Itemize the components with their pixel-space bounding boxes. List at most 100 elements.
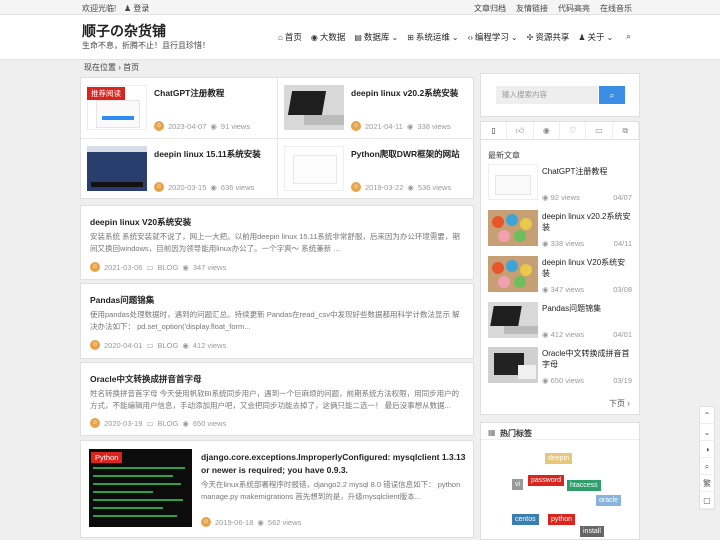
theme-toggle-icon[interactable]: ◑ bbox=[700, 441, 714, 458]
post-title[interactable]: Oracle中文转换成拼音首字母 bbox=[90, 373, 201, 385]
window-icon[interactable]: ▢ bbox=[700, 492, 714, 509]
latest-views: 347 views bbox=[550, 285, 584, 294]
site-title[interactable]: 顺子の杂货铺 bbox=[82, 21, 166, 41]
main-nav: ⌂ 首页 ◉ 大数据 ▤ 数据库 ⌄ ⊞ 系统运维 ⌄ ‹› 编程学习 ⌄ ✣ 资源共享 ♟ 关于 ⌄ bbox=[278, 31, 613, 43]
post-title[interactable]: Pandas问题锦集 bbox=[90, 294, 154, 306]
floating-toolbar: ⌃ ⌄ ◑ ⌕ 繁 ▢ bbox=[699, 406, 715, 510]
latest-thumb-3[interactable] bbox=[488, 256, 538, 292]
latest-thumb-5[interactable] bbox=[488, 347, 538, 383]
featured-thumb-4[interactable] bbox=[284, 146, 344, 191]
nav-item-home[interactable]: ⌂ 首页 bbox=[278, 31, 302, 43]
post-date: 2019-03-22 bbox=[365, 182, 404, 192]
tag-python[interactable]: python bbox=[548, 514, 576, 525]
chevron-down-icon: ⌄ bbox=[606, 32, 614, 42]
nav-item-resources[interactable]: ✣ 资源共享 bbox=[527, 31, 570, 43]
avatar: ☺ bbox=[351, 121, 361, 131]
post-category[interactable]: BLOG bbox=[157, 263, 178, 272]
next-page-label[interactable]: 下页 bbox=[609, 399, 625, 408]
post-meta: ☺ 2020-03-19 ▭ BLOG ◉ 650 views bbox=[90, 418, 226, 428]
latest-title-3[interactable]: deepin linux V20系统安装 bbox=[542, 257, 632, 279]
nav-item-programming[interactable]: ‹› 编程学习 ⌄ bbox=[468, 31, 518, 43]
top-link-code[interactable]: 代码高亮 bbox=[558, 3, 590, 14]
next-page-link[interactable]: 下页 › bbox=[609, 398, 630, 409]
folder-icon: ▭ bbox=[146, 340, 154, 350]
post-views: 562 views bbox=[267, 517, 302, 527]
tag-password[interactable]: password bbox=[528, 475, 564, 486]
post-date: 2020-03-15 bbox=[168, 182, 207, 192]
top-link-friends[interactable]: 友情链接 bbox=[516, 3, 548, 14]
latest-thumb-2[interactable] bbox=[488, 210, 538, 246]
latest-views-2: ◉ 338 views bbox=[542, 239, 584, 248]
comment-icon[interactable]: ▭ bbox=[586, 122, 613, 139]
nav-label: 关于 bbox=[587, 32, 605, 42]
post-card: Python django.core.exceptions.Improperly… bbox=[80, 440, 474, 538]
latest-title-1[interactable]: ChatGPT注册教程 bbox=[542, 166, 632, 177]
chevron-right-icon: › bbox=[627, 399, 630, 408]
top-link-music[interactable]: 在线音乐 bbox=[600, 3, 632, 14]
post-title[interactable]: deepin linux V20系统安装 bbox=[90, 216, 191, 228]
tag-htaccess[interactable]: htaccess bbox=[567, 480, 601, 491]
post-category[interactable]: BLOG bbox=[157, 341, 178, 350]
search-button[interactable]: ⌕ bbox=[599, 86, 625, 104]
featured-thumb-2[interactable] bbox=[284, 85, 344, 130]
post-category[interactable]: BLOG bbox=[157, 419, 178, 428]
avatar: ☺ bbox=[90, 340, 100, 350]
share-icon: ✣ bbox=[526, 32, 534, 42]
latest-thumb-4[interactable] bbox=[488, 302, 538, 338]
latest-thumb-1[interactable] bbox=[488, 164, 538, 200]
copy-icon[interactable]: ⧉ bbox=[613, 122, 639, 139]
featured-title-4[interactable]: Python爬取DWR框架的网站 bbox=[351, 148, 460, 160]
latest-views-3: ◉ 347 views bbox=[542, 285, 584, 294]
latest-views-1: ◉ 92 views bbox=[542, 193, 580, 202]
chevron-down-icon: ⌄ bbox=[391, 32, 399, 42]
search-icon[interactable]: ⌕ bbox=[626, 31, 631, 42]
file-icon[interactable]: ▯ bbox=[481, 122, 508, 139]
latest-date-5: 03/19 bbox=[613, 376, 632, 385]
breadcrumb-home[interactable]: 首页 bbox=[123, 63, 139, 72]
search-icon[interactable]: ⌕ bbox=[700, 458, 714, 475]
latest-title-4[interactable]: Pandas问题锦集 bbox=[542, 303, 632, 314]
featured-meta-1: ☺ 2023-04-07 ◉ 91 views bbox=[154, 121, 250, 131]
scroll-bottom-icon[interactable]: ⌄ bbox=[700, 424, 714, 441]
nav-item-bigdata[interactable]: ◉ 大数据 bbox=[311, 31, 346, 43]
tag-install[interactable]: install bbox=[580, 526, 604, 537]
tag-icon: ▦ bbox=[488, 428, 496, 437]
featured-thumb-3[interactable] bbox=[87, 146, 147, 191]
featured-title-1[interactable]: ChatGPT注册教程 bbox=[154, 87, 224, 99]
tag-oracle[interactable]: oracle bbox=[596, 495, 622, 506]
post-views: 412 views bbox=[192, 340, 227, 350]
nav-item-about[interactable]: ♟ 关于 ⌄ bbox=[578, 31, 613, 43]
scroll-top-icon[interactable]: ⌃ bbox=[700, 407, 714, 424]
avatar: ☺ bbox=[90, 418, 100, 428]
login-label[interactable]: 登录 bbox=[133, 4, 149, 13]
breadcrumb: 现在位置 › 首页 bbox=[84, 63, 140, 72]
login-link[interactable]: ♟ 登录 bbox=[124, 3, 149, 14]
tag-centos[interactable]: centos bbox=[512, 514, 539, 525]
eye-icon[interactable]: ◉ bbox=[534, 122, 560, 139]
tag-deepin[interactable]: deepin bbox=[545, 453, 573, 464]
latest-title-5[interactable]: Oracle中文转换成拼音首字母 bbox=[542, 348, 632, 370]
post-date: 2023-04-07 bbox=[168, 121, 207, 131]
latest-date-1: 04/07 bbox=[613, 193, 632, 202]
post-title[interactable]: django.core.exceptions.ImproperlyConfigu… bbox=[201, 451, 467, 477]
eye-icon: ◉ bbox=[182, 262, 189, 272]
featured-title-3[interactable]: deepin linux 15.11系统安装 bbox=[154, 148, 261, 160]
welcome-text: 欢迎光临! bbox=[82, 4, 117, 13]
top-link-archive[interactable]: 文章归档 bbox=[474, 3, 506, 14]
post-date: 2021-03-06 bbox=[104, 262, 143, 272]
thumb-icon[interactable]: 👍︎ bbox=[507, 122, 534, 139]
nav-item-ops[interactable]: ⊞ 系统运维 ⌄ bbox=[407, 31, 458, 43]
top-bar: 欢迎光临! ♟ 登录 文章归档 友情链接 代码高亮 在线音乐 bbox=[0, 0, 720, 15]
featured-title-2[interactable]: deepin linux v20.2系统安装 bbox=[351, 87, 458, 99]
search-input[interactable]: 输入搜索内容 bbox=[496, 86, 598, 104]
latest-title-2[interactable]: deepin linux v20.2系统安装 bbox=[542, 211, 632, 233]
avatar: ☺ bbox=[351, 182, 361, 192]
traditional-chinese-toggle[interactable]: 繁 bbox=[700, 475, 714, 492]
post-views: 347 views bbox=[192, 262, 227, 272]
tag-vi[interactable]: vi bbox=[512, 479, 524, 490]
post-date: 2021-04-11 bbox=[365, 121, 403, 131]
nav-item-database[interactable]: ▤ 数据库 ⌄ bbox=[354, 31, 398, 43]
latest-views-5: ◉ 650 views bbox=[542, 376, 584, 385]
site-subtitle: 生命不息，折腾不止！且行且珍惜！ bbox=[82, 41, 210, 50]
heart-icon[interactable]: ♡ bbox=[560, 122, 587, 139]
